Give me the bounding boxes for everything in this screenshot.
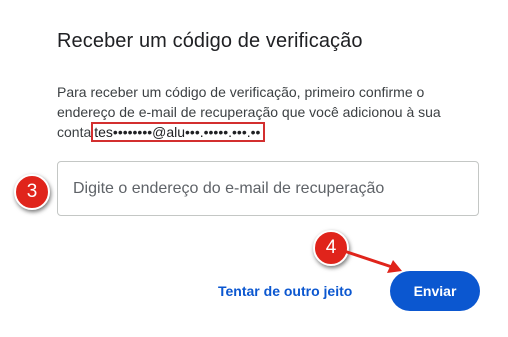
description: Para receber um código de verificação, p…: [57, 82, 477, 142]
send-button[interactable]: Enviar: [390, 271, 480, 311]
masked-email-highlight: tes••••••••@alu•••.•••••.•••.••: [91, 122, 266, 142]
description-line-3: conta tes••••••••@alu•••.•••••.•••.••: [57, 122, 477, 142]
description-line-2: endereço de e-mail de recuperação que vo…: [57, 104, 441, 120]
page-title: Receber um código de verificação: [57, 30, 363, 52]
masked-email: tes••••••••@alu•••.•••••.•••.••: [94, 124, 261, 140]
step-3-badge: 3: [14, 174, 50, 210]
recovery-email-input[interactable]: [73, 162, 468, 215]
annotation-arrow-icon: [342, 249, 402, 273]
try-another-way-button[interactable]: Tentar de outro jeito: [212, 273, 358, 309]
recovery-email-field[interactable]: [57, 161, 479, 216]
description-line-1: Para receber um código de verificação, p…: [57, 84, 425, 100]
description-line-3-prefix: conta: [57, 124, 92, 140]
